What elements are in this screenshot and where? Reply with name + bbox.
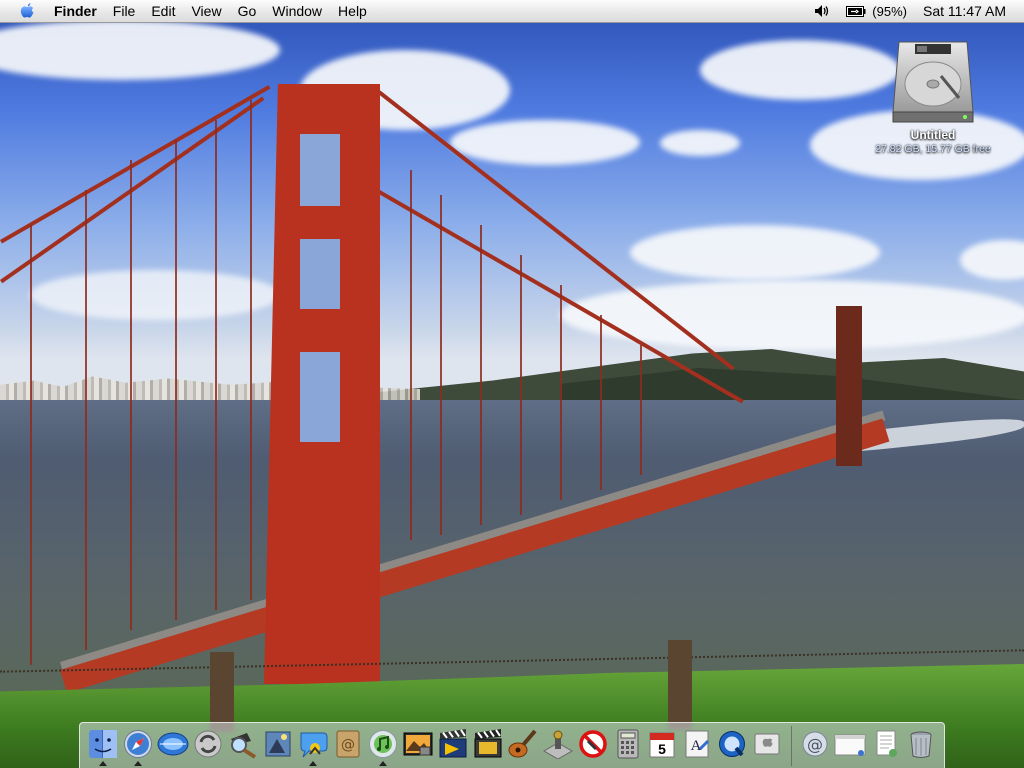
garageband-icon[interactable]: [506, 726, 539, 766]
sherlock-icon[interactable]: [227, 726, 260, 766]
bridge-tower-near: [264, 84, 380, 684]
apple-store-icon[interactable]: [751, 726, 784, 766]
window-icon[interactable]: [833, 726, 867, 766]
running-indicator: [378, 760, 387, 766]
menu-bar: Finder File Edit View Go Window Help (95…: [0, 0, 1024, 23]
calculator-icon[interactable]: [611, 726, 644, 766]
internet-explorer-icon[interactable]: [157, 726, 190, 766]
ical-day: 5: [659, 741, 667, 757]
menu-window[interactable]: Window: [264, 0, 330, 22]
desktop-drive[interactable]: Untitled 27.82 GB, 15.77 GB free: [868, 38, 998, 155]
speaker-icon[interactable]: [806, 4, 838, 18]
system-preferences-icon[interactable]: [541, 726, 574, 766]
final-cut-icon[interactable]: [471, 726, 504, 766]
battery-status[interactable]: (95%): [838, 4, 915, 19]
menu-file[interactable]: File: [105, 0, 144, 22]
battery-percent: (95%): [872, 3, 907, 19]
no-entry-icon[interactable]: [576, 726, 609, 766]
document-icon[interactable]: [869, 726, 902, 766]
menu-edit[interactable]: Edit: [143, 0, 183, 22]
ichat-icon[interactable]: [296, 726, 329, 766]
safari-icon[interactable]: [122, 726, 155, 766]
imovie-icon[interactable]: [436, 726, 469, 766]
menu-clock[interactable]: Sat 11:47 AM: [915, 3, 1024, 19]
apple-icon[interactable]: [18, 2, 36, 20]
ical-icon[interactable]: 5: [646, 726, 679, 766]
running-indicator: [134, 760, 143, 766]
svg-text:A: A: [691, 738, 702, 754]
svg-text:@: @: [807, 735, 823, 754]
iphoto-icon[interactable]: [401, 726, 434, 766]
dock: @ 5 A @: [79, 722, 945, 768]
menu-help[interactable]: Help: [330, 0, 375, 22]
menu-extras: (95%) Sat 11:47 AM: [806, 3, 1024, 19]
address-book-icon[interactable]: @: [331, 726, 364, 766]
fence-post: [668, 640, 692, 730]
drive-name: Untitled: [910, 128, 956, 142]
quicktime-icon[interactable]: [716, 726, 749, 766]
running-indicator: [99, 760, 108, 766]
itunes-icon[interactable]: [366, 726, 399, 766]
preview-icon[interactable]: [261, 726, 294, 766]
drive-info: 27.82 GB, 15.77 GB free: [875, 143, 991, 155]
font-book-icon[interactable]: A: [681, 726, 714, 766]
fence-post: [210, 652, 234, 732]
menu-go[interactable]: Go: [230, 0, 265, 22]
finder-icon[interactable]: [87, 726, 120, 766]
battery-icon: [846, 5, 866, 17]
running-indicator: [309, 760, 318, 766]
isync-icon[interactable]: [192, 726, 225, 766]
svg-text:@: @: [341, 737, 355, 753]
dock-separator: [790, 725, 792, 766]
mail-icon[interactable]: @: [799, 726, 832, 766]
hard-drive-icon[interactable]: [891, 38, 975, 124]
menu-view[interactable]: View: [183, 0, 229, 22]
bridge-tower-far: [836, 306, 862, 466]
menu-app-finder[interactable]: Finder: [46, 0, 105, 22]
trash-icon[interactable]: [904, 726, 937, 766]
